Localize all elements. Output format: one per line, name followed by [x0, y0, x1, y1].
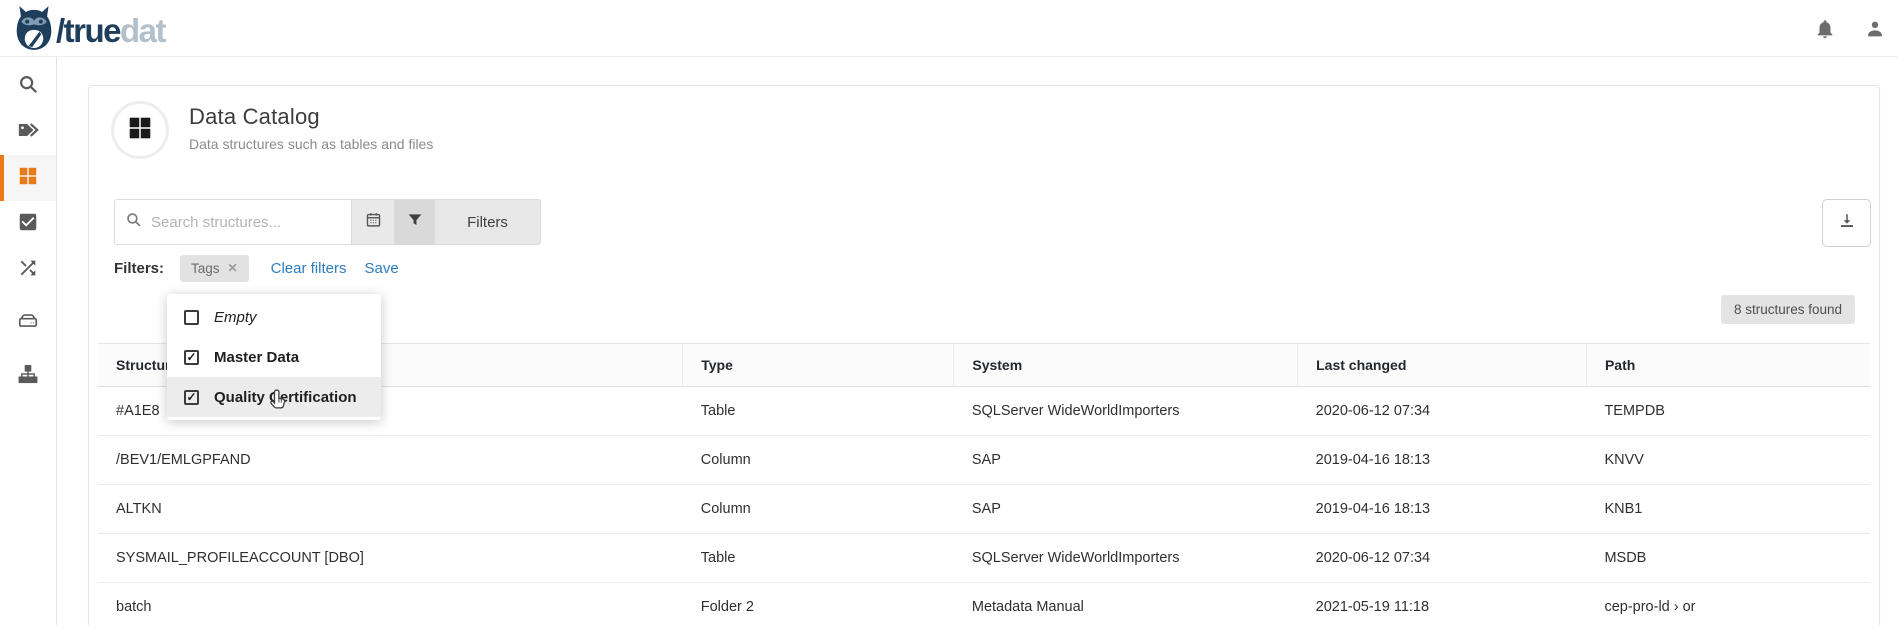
cell-system: SAP [954, 485, 1298, 534]
grid-icon [127, 115, 153, 146]
results-count-badge: 8 structures found [1721, 295, 1855, 324]
date-filter-button[interactable] [352, 199, 395, 245]
sitemap-icon [17, 363, 39, 390]
filter-chip-label: Tags [191, 261, 220, 276]
cell-last-changed: 2019-04-16 18:13 [1298, 436, 1587, 485]
brand-wordmark: /truedat [56, 8, 165, 54]
cell-path: KNVV [1586, 436, 1870, 485]
topbar-icons [1814, 0, 1886, 57]
cell-type: Table [683, 387, 954, 436]
drive-icon [17, 310, 39, 337]
sidebar-item-taxonomy[interactable] [0, 353, 56, 399]
cell-structure[interactable]: ALTKN [98, 485, 683, 534]
filter-chip-tags[interactable]: Tags ✕ [180, 255, 249, 282]
table-row[interactable]: batch Folder 2 Metadata Manual 2021-05-1… [98, 583, 1870, 625]
cell-path: TEMPDB [1586, 387, 1870, 436]
cell-system: SQLServer WideWorldImporters [954, 387, 1298, 436]
dropdown-option-label: Empty [214, 309, 257, 326]
user-account-icon[interactable] [1864, 18, 1886, 40]
sidebar-item-quality[interactable] [0, 201, 56, 247]
page-title: Data Catalog [189, 104, 320, 130]
sidebar [0, 57, 57, 625]
cell-path: KNB1 [1586, 485, 1870, 534]
tags-filter-dropdown: Empty Master Data Quality Certification [167, 294, 381, 420]
funnel-icon [407, 212, 423, 233]
checkbox-unchecked[interactable] [184, 310, 199, 325]
cell-last-changed: 2020-06-12 07:34 [1298, 534, 1587, 583]
sidebar-item-search[interactable] [0, 63, 56, 109]
tags-icon [17, 119, 39, 146]
sidebar-item-systems[interactable] [0, 300, 56, 346]
cell-structure[interactable]: /BEV1/EMLGPFAND [98, 436, 683, 485]
column-header-system[interactable]: System [954, 344, 1298, 387]
dropdown-option-empty[interactable]: Empty [167, 297, 381, 337]
cell-last-changed: 2020-06-12 07:34 [1298, 387, 1587, 436]
filters-label: Filters: [114, 260, 164, 277]
download-icon [1838, 212, 1856, 235]
table-row[interactable]: SYSMAIL_PROFILEACCOUNT [DBO] Table SQLSe… [98, 534, 1870, 583]
sidebar-item-tags[interactable] [0, 109, 56, 155]
cell-path: cep-pro-ld › or [1586, 583, 1870, 625]
brand-dark-text: /true [56, 12, 120, 49]
cell-type: Table [683, 534, 954, 583]
search-input[interactable] [151, 214, 341, 231]
close-icon[interactable]: ✕ [228, 261, 238, 275]
cell-type: Column [683, 436, 954, 485]
owl-icon [14, 5, 54, 56]
search-toolbar: Filters [114, 199, 541, 245]
notifications-bell-icon[interactable] [1814, 18, 1836, 40]
filters-funnel-button[interactable] [395, 199, 435, 245]
cell-structure[interactable]: batch [98, 583, 683, 625]
download-button[interactable] [1822, 199, 1871, 247]
truedat-logo[interactable]: /truedat [14, 5, 165, 56]
cell-structure[interactable]: SYSMAIL_PROFILEACCOUNT [DBO] [98, 534, 683, 583]
page-subtitle: Data structures such as tables and files [189, 136, 433, 152]
search-icon [125, 211, 142, 233]
cell-system: Metadata Manual [954, 583, 1298, 625]
save-filters-link[interactable]: Save [364, 260, 398, 277]
active-filters-bar: Filters: Tags ✕ Clear filters Save [114, 252, 399, 284]
cell-type: Column [683, 485, 954, 534]
cell-path: MSDB [1586, 534, 1870, 583]
checkbox-checked[interactable] [184, 350, 199, 365]
dropdown-option-quality-certification[interactable]: Quality Certification [167, 377, 381, 417]
sidebar-item-data-catalog[interactable] [0, 155, 56, 201]
calendar-icon [365, 211, 382, 233]
dropdown-option-label: Quality Certification [214, 389, 357, 406]
search-box [114, 199, 352, 245]
data-catalog-card: Data Catalog Data structures such as tab… [88, 85, 1880, 625]
column-header-path[interactable]: Path [1586, 344, 1870, 387]
dropdown-option-label: Master Data [214, 349, 299, 366]
checkbox-checked[interactable] [184, 390, 199, 405]
cell-last-changed: 2019-04-16 18:13 [1298, 485, 1587, 534]
column-header-last-changed[interactable]: Last changed [1298, 344, 1587, 387]
dropdown-option-master-data[interactable]: Master Data [167, 337, 381, 377]
brand-light-text: dat [120, 12, 165, 49]
grid-icon [17, 165, 39, 192]
cell-type: Folder 2 [683, 583, 954, 625]
check-square-icon [17, 211, 39, 238]
shuffle-icon [17, 257, 39, 284]
sidebar-item-lineage[interactable] [0, 247, 56, 293]
cell-system: SAP [954, 436, 1298, 485]
clear-filters-link[interactable]: Clear filters [271, 260, 347, 277]
cell-system: SQLServer WideWorldImporters [954, 534, 1298, 583]
cell-last-changed: 2021-05-19 11:18 [1298, 583, 1587, 625]
filters-button[interactable]: Filters [435, 199, 541, 245]
search-icon [17, 73, 39, 100]
table-row[interactable]: ALTKN Column SAP 2019-04-16 18:13 KNB1 [98, 485, 1870, 534]
topbar: /truedat [0, 0, 1898, 57]
catalog-header-icon-circle [111, 101, 169, 159]
column-header-type[interactable]: Type [683, 344, 954, 387]
table-row[interactable]: /BEV1/EMLGPFAND Column SAP 2019-04-16 18… [98, 436, 1870, 485]
